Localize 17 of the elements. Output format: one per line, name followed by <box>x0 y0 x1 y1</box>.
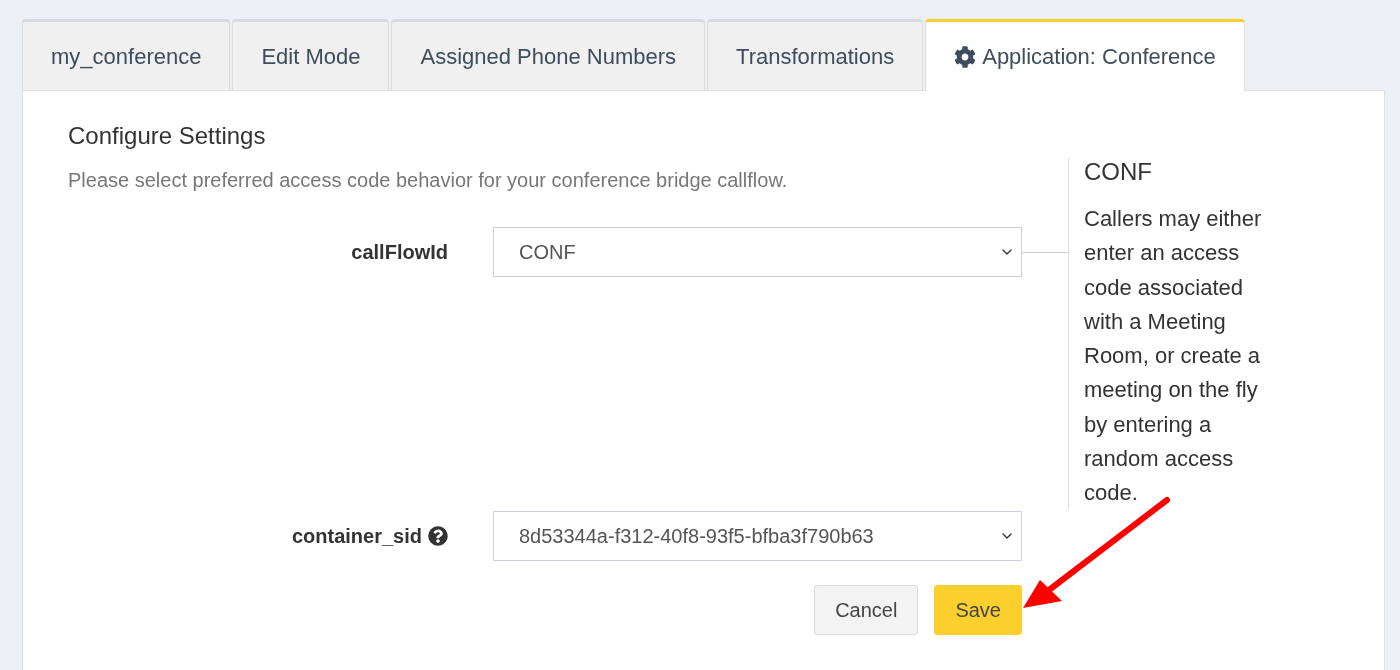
tab[interactable]: Transformations <box>707 19 924 90</box>
tab[interactable]: Assigned Phone Numbers <box>391 19 706 90</box>
section-description: Please select preferred access code behavior for your conference bridge callflow. <box>68 168 789 192</box>
select-field[interactable]: CONF <box>493 227 1022 277</box>
tab[interactable]: Edit Mode <box>232 19 390 90</box>
field-label: callFlowId <box>351 240 448 265</box>
help-title: CONF <box>1084 158 1153 186</box>
tab[interactable]: my_conference <box>22 19 231 90</box>
cancel-button[interactable]: Cancel <box>814 585 919 635</box>
select-field[interactable]: 8d53344a-f312-40f8-93f5-bfba3f790b63 <box>493 511 1022 561</box>
help-text: Callers may either enter an access code associated with a Meeting Room, or create a meeting on the fly by entering a random access code. <box>1084 205 1263 507</box>
save-button[interactable]: Save <box>934 585 1022 635</box>
field-label: container_sid <box>291 524 422 549</box>
help-icon[interactable] <box>428 526 448 546</box>
section-heading: Configure Settings <box>68 122 267 150</box>
gear-icon <box>954 45 977 68</box>
tab[interactable]: Application: Conference <box>925 19 1245 91</box>
